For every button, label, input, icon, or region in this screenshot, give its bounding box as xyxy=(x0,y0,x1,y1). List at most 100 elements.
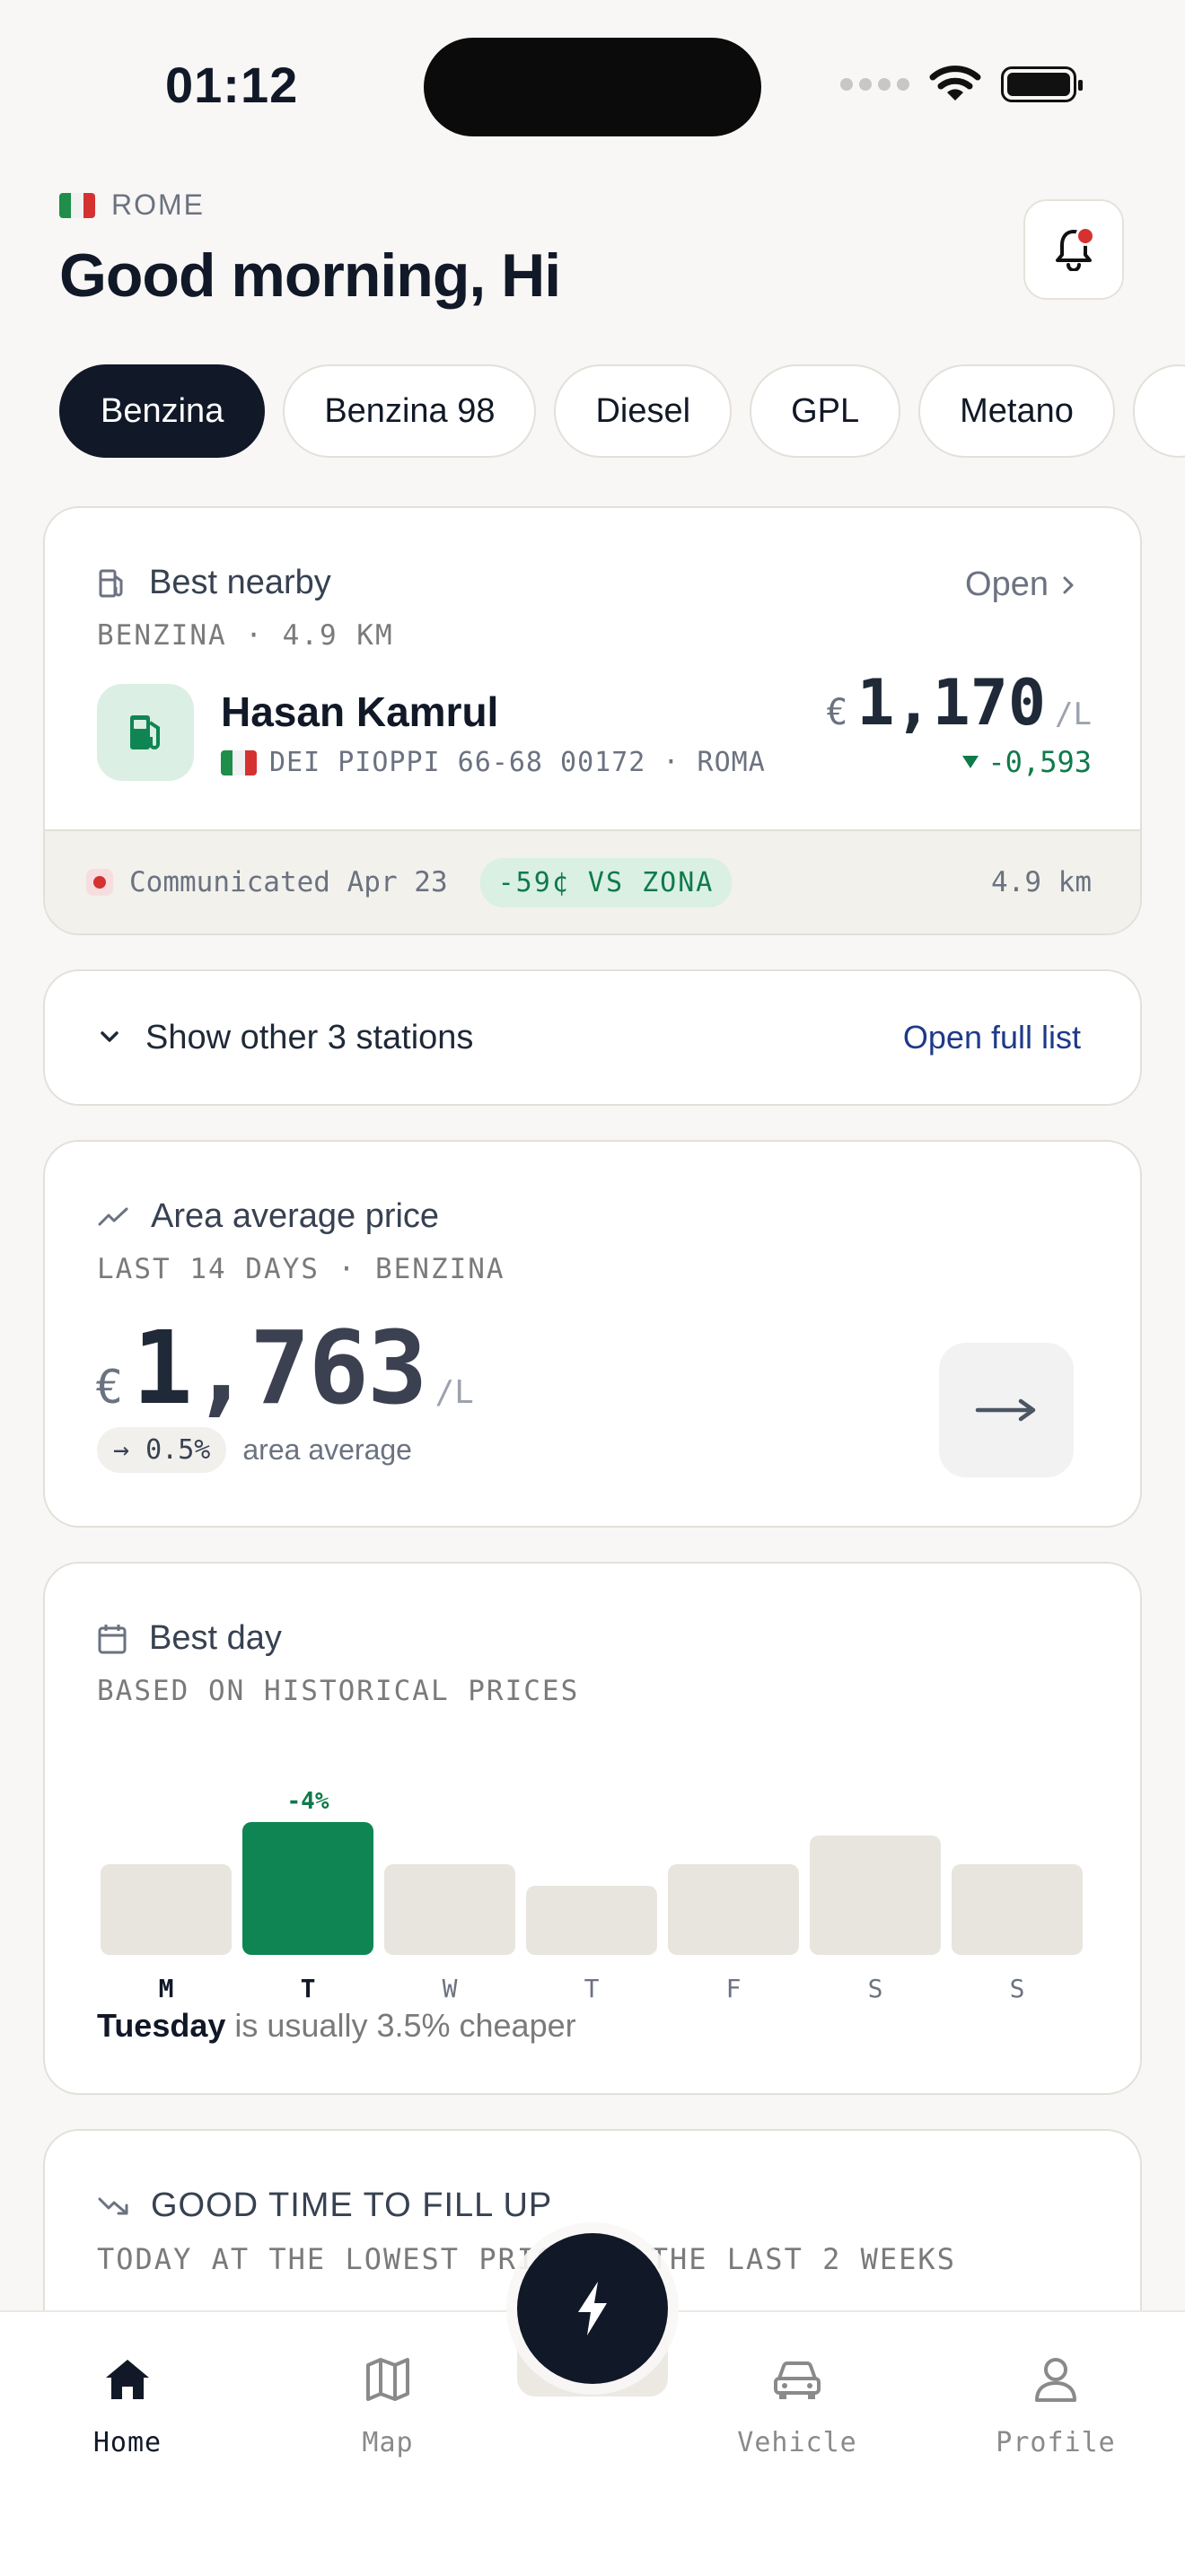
open-full-list-link[interactable]: Open full list xyxy=(903,1019,1081,1056)
price-unit: /L xyxy=(1055,697,1092,732)
day-bar-label-5: S xyxy=(867,1974,883,2003)
price-delta: -0,593 xyxy=(962,745,1092,779)
area-trend-label: area average xyxy=(242,1433,412,1466)
tab-profile[interactable]: Profile xyxy=(966,2348,1146,2458)
greeting-title: Good morning, Hi xyxy=(59,241,561,310)
triangle-down-icon xyxy=(962,756,979,768)
tab-home[interactable]: Home xyxy=(38,2348,217,2458)
day-bar-label-4: F xyxy=(725,1974,742,2003)
day-bar-1 xyxy=(242,1822,373,1955)
best-day-note-text: is usually 3.5% cheaper xyxy=(225,2007,576,2044)
good-time-title: GOOD TIME TO FILL UP xyxy=(151,2186,553,2224)
italy-flag-icon xyxy=(59,192,95,218)
area-average-subtitle: LAST 14 DAYS · BENZINA xyxy=(97,1253,505,1285)
day-bar-label-0: M xyxy=(158,1974,174,2003)
fuel-chip-gpl[interactable]: GPL xyxy=(750,364,901,458)
map-icon xyxy=(366,2358,409,2401)
station-name: Hasan Kamrul xyxy=(221,688,499,735)
fuel-chip-benzina-98[interactable]: Benzina 98 xyxy=(283,364,537,458)
area-average-title: Area average price xyxy=(151,1197,440,1235)
fuel-chip-more[interactable] xyxy=(1132,364,1185,458)
area-price-value: 1,763 xyxy=(132,1310,428,1427)
day-bar-5 xyxy=(810,1836,941,1955)
fuel-chip-diesel[interactable]: Diesel xyxy=(554,364,733,458)
good-time-header: GOOD TIME TO FILL UP xyxy=(97,2186,552,2225)
best-day-title: Best day xyxy=(149,1619,282,1657)
record-dot-icon xyxy=(86,869,113,896)
home-icon xyxy=(106,2360,149,2399)
station-price: € 1,170 /L xyxy=(826,666,1092,740)
tab-profile-label: Profile xyxy=(996,2427,1116,2458)
day-bar-2 xyxy=(384,1864,515,1955)
day-bar-label-2: W xyxy=(442,1974,458,2003)
notifications-button[interactable] xyxy=(1023,199,1124,300)
trending-down-icon xyxy=(98,2197,128,2214)
tab-vehicle[interactable]: Vehicle xyxy=(707,2348,887,2458)
price-delta-value: -0,593 xyxy=(988,745,1092,779)
city-name: ROME xyxy=(111,188,205,221)
italy-flag-icon xyxy=(221,749,257,775)
weekday-price-bars: M -4% T W T F S S xyxy=(101,1743,1086,2003)
area-average-card[interactable]: Area average price LAST 14 DAYS · BENZIN… xyxy=(43,1140,1142,1528)
tab-map-label: Map xyxy=(362,2427,414,2458)
area-average-header: Area average price xyxy=(97,1197,439,1236)
open-label: Open xyxy=(965,565,1049,603)
city-label: ROME xyxy=(59,188,205,222)
station-address-text: DEI PIOPPI 66-68 00172 · ROMA xyxy=(269,747,766,778)
area-price-dec: ,763 xyxy=(190,1310,428,1427)
user-icon xyxy=(1035,2358,1076,2402)
best-nearby-card[interactable]: Best nearby Open BENZINA · 4.9 KM Hasan … xyxy=(43,506,1142,935)
tab-home-label: Home xyxy=(92,2427,162,2458)
fuel-chip-metano[interactable]: Metano xyxy=(918,364,1115,458)
day-bar-pct-1: -4% xyxy=(286,1788,329,1815)
area-average-price: € 1,763 /L xyxy=(95,1310,474,1427)
fuel-chip-benzina[interactable]: Benzina xyxy=(59,364,266,458)
show-other-stations-label: Show other 3 stations xyxy=(145,1018,474,1056)
communicated-date: Communicated Apr 23 xyxy=(129,866,448,898)
day-bar-6 xyxy=(952,1864,1083,1955)
area-price-int: 1 xyxy=(132,1310,192,1427)
car-icon xyxy=(774,2361,821,2399)
chevron-right-icon xyxy=(1063,576,1074,593)
best-nearby-header: Best nearby xyxy=(97,564,331,602)
dynamic-island xyxy=(424,38,761,136)
area-trend-row: → 0.5% area average xyxy=(97,1427,412,1473)
calendar-icon xyxy=(98,1624,127,1653)
status-indicators xyxy=(840,65,1083,104)
best-day-card: Best day BASED ON HISTORICAL PRICES M -4%… xyxy=(43,1562,1142,2095)
fuel-type-selector: Benzina Benzina 98 Diesel GPL Metano xyxy=(59,364,1185,458)
station-fuel-icon xyxy=(97,684,194,781)
other-stations-row[interactable]: Show other 3 stations Open full list xyxy=(43,969,1142,1106)
trend-line-icon xyxy=(98,1207,128,1225)
quick-action-button[interactable] xyxy=(517,2233,668,2384)
zone-savings-badge: -59¢ VS ZONA xyxy=(479,857,733,907)
station-distance: 4.9 km xyxy=(991,866,1092,898)
price-value: 1,170 xyxy=(856,666,1047,740)
best-day-note: Tuesday is usually 3.5% cheaper xyxy=(97,2007,576,2045)
best-nearby-subtitle: BENZINA · 4.9 KM xyxy=(97,619,394,652)
station-address: DEI PIOPPI 66-68 00172 · ROMA xyxy=(221,747,766,778)
best-day-note-day: Tuesday xyxy=(97,2007,226,2044)
day-bar-4 xyxy=(668,1864,799,1955)
area-price-unit: /L xyxy=(434,1374,474,1411)
battery-icon xyxy=(1001,66,1083,102)
area-average-arrow-button[interactable] xyxy=(939,1343,1074,1477)
day-bar-3 xyxy=(526,1886,657,1955)
day-bar-label-1: T xyxy=(300,1974,316,2003)
price-currency: € xyxy=(826,692,848,733)
arrow-right-icon xyxy=(975,1398,1036,1422)
tab-map[interactable]: Map xyxy=(298,2348,478,2458)
fuel-pump-icon xyxy=(99,569,123,597)
wifi-icon xyxy=(929,66,981,101)
best-nearby-footer: Communicated Apr 23 -59¢ VS ZONA 4.9 km xyxy=(45,829,1140,933)
best-day-subtitle: BASED ON HISTORICAL PRICES xyxy=(97,1675,580,1707)
day-bar-label-6: S xyxy=(1009,1974,1025,2003)
signal-icon xyxy=(840,78,909,91)
notification-dot xyxy=(1075,226,1095,246)
status-time: 01:12 xyxy=(165,57,299,113)
open-station-link[interactable]: Open xyxy=(965,565,1075,604)
area-price-currency: € xyxy=(95,1361,124,1415)
best-nearby-title: Best nearby xyxy=(149,564,331,601)
tab-vehicle-label: Vehicle xyxy=(737,2427,857,2458)
day-bar-label-3: T xyxy=(584,1974,600,2003)
